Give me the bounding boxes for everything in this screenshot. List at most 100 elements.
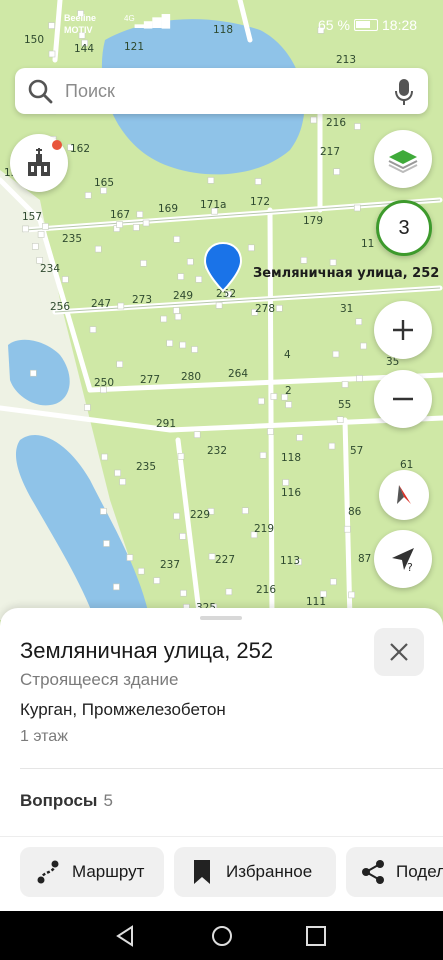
place-address: Курган, Промжелезобетон bbox=[20, 700, 226, 719]
house-number-label: 167 bbox=[110, 209, 130, 221]
map-layers-button[interactable] bbox=[374, 130, 432, 188]
compass-button[interactable] bbox=[379, 470, 429, 520]
home-icon[interactable] bbox=[210, 924, 234, 948]
share-label: Поделиться bbox=[396, 862, 443, 881]
building-marker bbox=[153, 577, 161, 584]
building-marker bbox=[137, 567, 145, 575]
house-number-label: 213 bbox=[336, 54, 356, 66]
building-marker bbox=[328, 442, 336, 450]
house-number-label: 162 bbox=[70, 143, 90, 155]
search-bar[interactable]: Поиск bbox=[15, 68, 428, 114]
building-marker bbox=[173, 307, 180, 314]
svg-text:?: ? bbox=[407, 561, 413, 574]
zoom-level-badge[interactable]: 3 bbox=[376, 200, 432, 256]
app-root: 150 144 121 118 213 216 217 162 165 15 157 167 169 17… bbox=[0, 0, 443, 960]
building-marker bbox=[48, 50, 56, 58]
house-number-label: 172 bbox=[250, 196, 270, 208]
building-marker bbox=[42, 223, 49, 230]
building-marker bbox=[207, 177, 215, 184]
house-number-label: 278 bbox=[255, 303, 275, 315]
sheet-grabber[interactable] bbox=[200, 616, 242, 620]
location-pin-icon[interactable] bbox=[203, 241, 243, 293]
building-marker bbox=[166, 339, 173, 347]
divider bbox=[20, 768, 443, 769]
house-number-label: 111 bbox=[306, 596, 326, 608]
recents-icon[interactable] bbox=[304, 924, 328, 948]
building-marker bbox=[282, 479, 290, 486]
building-marker bbox=[259, 451, 267, 459]
signal-icon: 4G▂▄▆█ bbox=[124, 14, 171, 28]
house-number-label: 217 bbox=[320, 146, 340, 158]
building-marker bbox=[100, 507, 107, 515]
route-icon bbox=[37, 860, 59, 884]
house-number-label: 31 bbox=[340, 303, 353, 315]
close-icon bbox=[390, 643, 408, 661]
building-marker bbox=[142, 219, 150, 227]
house-number-label: 227 bbox=[215, 554, 235, 566]
house-number-label: 113 bbox=[280, 555, 300, 567]
place-floors: 1 этаж bbox=[20, 728, 68, 745]
building-marker bbox=[179, 533, 186, 540]
building-marker bbox=[270, 393, 278, 400]
house-number-label: 116 bbox=[281, 487, 301, 499]
favorites-button[interactable]: Избранное bbox=[174, 847, 336, 897]
building-marker bbox=[177, 452, 185, 460]
place-type: Строящееся здание bbox=[20, 670, 179, 689]
house-number-label: 4 bbox=[284, 349, 291, 361]
share-button[interactable]: Поделиться bbox=[346, 847, 443, 897]
building-marker bbox=[300, 256, 308, 264]
building-marker bbox=[29, 369, 37, 377]
my-location-button[interactable]: ? bbox=[374, 530, 432, 588]
building-marker bbox=[126, 554, 134, 561]
building-marker bbox=[296, 434, 303, 442]
house-number-label: 216 bbox=[326, 117, 346, 129]
building-marker bbox=[179, 341, 186, 349]
building-marker bbox=[37, 231, 45, 238]
plus-icon bbox=[393, 320, 413, 340]
house-number-label: 2 bbox=[285, 385, 292, 397]
building-marker bbox=[257, 397, 265, 405]
house-number-label: 264 bbox=[228, 368, 248, 380]
house-number-label: 87 bbox=[358, 553, 371, 565]
building-marker bbox=[195, 276, 203, 283]
house-number-label: 232 bbox=[207, 445, 227, 457]
zoom-out-button[interactable] bbox=[374, 370, 432, 428]
house-number-label: 229 bbox=[190, 509, 210, 521]
city-landmarks-button[interactable] bbox=[10, 134, 68, 192]
building-marker bbox=[119, 478, 126, 486]
microphone-icon[interactable] bbox=[392, 78, 416, 106]
building-marker bbox=[61, 276, 69, 283]
building-marker bbox=[341, 381, 349, 388]
back-icon[interactable] bbox=[114, 924, 138, 948]
building-marker bbox=[329, 259, 337, 266]
place-card[interactable]: Земляничная улица, 252 Строящееся здание… bbox=[0, 608, 443, 911]
building-marker bbox=[332, 350, 340, 358]
building-marker bbox=[136, 211, 144, 218]
route-button[interactable]: Маршрут bbox=[20, 847, 164, 897]
house-number-label: 277 bbox=[140, 374, 160, 386]
search-input[interactable]: Поиск bbox=[65, 81, 115, 102]
house-number-label: 273 bbox=[132, 294, 152, 306]
building-marker bbox=[275, 304, 283, 312]
building-marker bbox=[330, 578, 337, 586]
building-marker bbox=[344, 525, 351, 533]
building-marker bbox=[173, 236, 181, 243]
favorites-label: Избранное bbox=[226, 862, 313, 881]
system-nav-bar bbox=[0, 911, 443, 960]
close-button[interactable] bbox=[374, 628, 424, 676]
house-number-label: 237 bbox=[160, 559, 180, 571]
building-marker bbox=[116, 221, 123, 228]
building-marker bbox=[285, 401, 292, 409]
building-marker bbox=[160, 315, 167, 323]
house-number-label: 219 bbox=[254, 523, 274, 535]
building-marker bbox=[180, 589, 187, 597]
building-marker bbox=[133, 224, 140, 231]
questions-section[interactable]: Вопросы 5 bbox=[20, 791, 113, 811]
battery-icon bbox=[354, 19, 378, 31]
building-marker bbox=[348, 591, 356, 599]
minus-icon bbox=[393, 397, 413, 401]
building-marker bbox=[22, 225, 29, 233]
clock: 18:28 bbox=[382, 17, 418, 33]
house-number-label: 86 bbox=[348, 506, 362, 518]
zoom-in-button[interactable] bbox=[374, 301, 432, 359]
